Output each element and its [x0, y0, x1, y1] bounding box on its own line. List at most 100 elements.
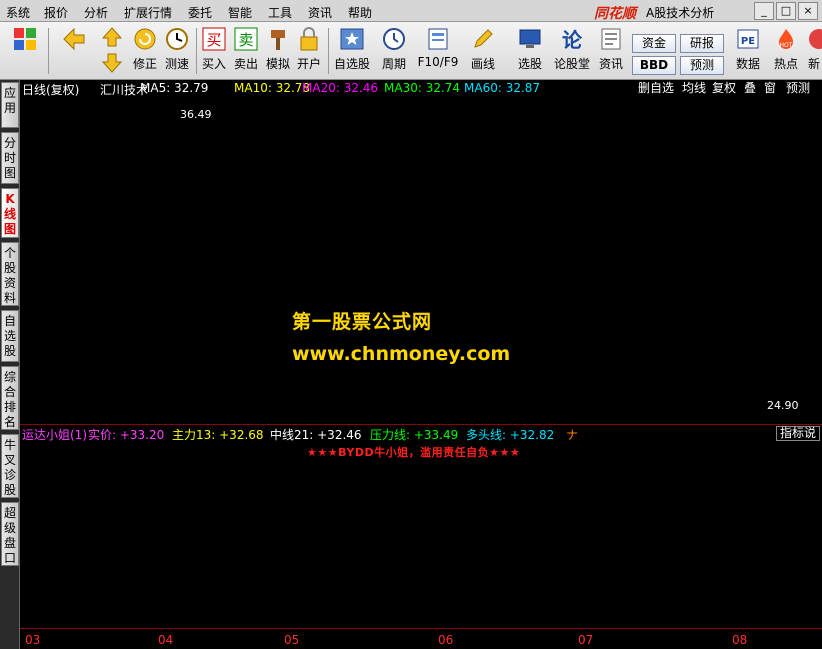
- flame-icon: HOT: [779, 29, 793, 49]
- indicator-truncated-value: ナ: [566, 428, 579, 442]
- correct-button[interactable]: 修正: [130, 26, 160, 78]
- menu-item-smart[interactable]: 智能: [228, 4, 252, 21]
- indicator-name[interactable]: 运达小姐(1): [22, 426, 87, 443]
- fund-button[interactable]: 资金: [632, 34, 676, 53]
- pe-icon: PE: [737, 29, 759, 49]
- svg-text:卖: 卖: [238, 31, 253, 49]
- f10-label: F10/F9: [417, 55, 459, 69]
- indicator-bull-line: 多头线: +32.82: [466, 428, 555, 442]
- time-label-05: 05: [284, 633, 300, 647]
- watchlist-button[interactable]: 自选股: [332, 26, 372, 78]
- forecast-button[interactable]: 预测: [680, 56, 724, 75]
- sidebar-item-ranking[interactable]: 综合排名: [1, 366, 19, 430]
- draw-line-button[interactable]: 画线: [466, 26, 500, 78]
- hotspot-label: 热点: [773, 57, 798, 71]
- ma20-value: MA20: 32.46: [302, 81, 379, 95]
- forum-icon: 论: [562, 28, 583, 52]
- new-label: 新: [807, 57, 820, 71]
- stock-picker-label: 选股: [517, 57, 542, 71]
- period-button[interactable]: 周期: [376, 26, 412, 78]
- news-button[interactable]: 资讯: [596, 26, 626, 78]
- sidebar-item-intraday[interactable]: 分时图: [1, 132, 19, 184]
- arrow-left-icon: [63, 27, 85, 51]
- menu-item-help[interactable]: 帮助: [348, 4, 372, 21]
- back-button[interactable]: [58, 26, 90, 78]
- stock-picker-button[interactable]: 选股: [510, 26, 550, 78]
- svg-text:HOT: HOT: [780, 42, 793, 49]
- menu-item-system[interactable]: 系统: [6, 4, 30, 21]
- open-account-button[interactable]: 开户: [294, 26, 324, 78]
- menu-item-quote[interactable]: 报价: [44, 4, 68, 21]
- data-button[interactable]: PE 数据: [732, 26, 764, 78]
- watermark-url: www.chnmoney.com: [292, 343, 511, 365]
- sidebar-item-kline[interactable]: K线图: [1, 188, 19, 238]
- forum-button[interactable]: 论 论股堂: [552, 26, 592, 78]
- watchlist-label: 自选股: [333, 57, 370, 71]
- lock-icon: [300, 27, 318, 51]
- sidebar-item-super-book[interactable]: 超级盘口: [1, 502, 19, 566]
- kline-info-bar: 日线(复权) 汇川技术 MA5: 32.79 MA10: 32.78 MA20:…: [20, 80, 822, 97]
- menu-item-news[interactable]: 资讯: [308, 4, 332, 21]
- simulate-button[interactable]: 模拟: [264, 26, 292, 78]
- f10-button[interactable]: F10/F9: [416, 26, 460, 78]
- speed-test-button[interactable]: 测速: [162, 26, 192, 78]
- new-icon: [809, 29, 822, 49]
- layout-grid-button[interactable]: [8, 26, 42, 78]
- sidebar-item-apps[interactable]: 应用: [1, 82, 19, 128]
- sidebar-item-watchlist[interactable]: 自选股: [1, 310, 19, 362]
- document-icon: [428, 28, 448, 50]
- menu-bar: 系统 报价 分析 扩展行情 委托 智能 工具 资讯 帮助 同花顺 A股技术分析 …: [0, 0, 822, 22]
- window-controls: _ □ ×: [752, 2, 822, 20]
- buy-label: 买入: [201, 57, 226, 71]
- time-label-07: 07: [578, 633, 594, 647]
- indicator-midline: 中线21: +32.46: [270, 428, 362, 442]
- indicator-chart[interactable]: [20, 442, 822, 628]
- forecast-toggle-button[interactable]: 预测: [786, 80, 811, 96]
- sidebar-item-stock-profile[interactable]: 个股资料: [1, 242, 19, 306]
- sidebar-item-diagnosis[interactable]: 牛叉诊股: [1, 434, 19, 498]
- indicator-main-force: 主力13: +32.68: [172, 428, 264, 442]
- time-label-06: 06: [438, 633, 454, 647]
- clock-icon: [166, 28, 188, 50]
- hotspot-button[interactable]: HOT 热点: [770, 26, 802, 78]
- up-down-arrows-icon: [101, 27, 123, 73]
- menu-item-extended-quote[interactable]: 扩展行情: [124, 4, 172, 21]
- minimize-button[interactable]: _: [754, 2, 774, 20]
- svg-text:买: 买: [206, 31, 221, 49]
- side-navigation: 应用 分时图 K线图 个股资料 自选股 综合排名 牛叉诊股 超级盘口: [0, 80, 20, 649]
- data-label: 数据: [735, 57, 760, 71]
- kline-chart-canvas: [20, 96, 822, 424]
- bbd-button[interactable]: BBD: [632, 56, 676, 75]
- new-button[interactable]: 新: [806, 26, 822, 78]
- overlay-button[interactable]: 叠: [744, 80, 757, 96]
- remove-watchlist-button[interactable]: 删自选: [638, 80, 675, 96]
- indicator-pressure-line: 压力线: +33.49: [370, 428, 459, 442]
- indicator-chart-canvas: [20, 442, 822, 628]
- low-price-label: 24.90: [767, 399, 799, 412]
- scroll-up-down-button[interactable]: [100, 26, 124, 78]
- grid-icon: [14, 28, 36, 50]
- close-button[interactable]: ×: [798, 2, 818, 20]
- toolbar-separator: [196, 28, 197, 74]
- ma-toggle-button[interactable]: 均线: [682, 80, 707, 96]
- research-button[interactable]: 研报: [680, 34, 724, 53]
- menu-item-trade[interactable]: 委托: [188, 4, 212, 21]
- adjust-button[interactable]: 复权: [712, 80, 737, 96]
- speed-test-label: 测速: [164, 57, 189, 71]
- high-price-label: 36.49: [180, 108, 212, 121]
- watermark-title: 第一股票公式网: [292, 311, 433, 333]
- period-clock-icon: [383, 28, 405, 50]
- buy-button[interactable]: 买 买入: [200, 26, 228, 78]
- kline-chart[interactable]: [20, 96, 822, 424]
- menu-item-tools[interactable]: 工具: [268, 4, 292, 21]
- indicator-info-bar: 运达小姐(1) 实价: +33.20 主力13: +32.68 中线21: +3…: [20, 425, 822, 442]
- maximize-button[interactable]: □: [776, 2, 796, 20]
- sell-button[interactable]: 卖 卖出: [232, 26, 260, 78]
- simulate-label: 模拟: [265, 57, 290, 71]
- window-button[interactable]: 窗: [764, 80, 777, 96]
- toolbar: 修正 测速 买 买入 卖 卖出 模拟 开户 自选股 周期 F10/F9 画线 选…: [0, 22, 822, 80]
- menu-item-analysis[interactable]: 分析: [84, 4, 108, 21]
- ma30-value: MA30: 32.74: [384, 81, 461, 95]
- period-label: 周期: [381, 57, 406, 71]
- indicator-help-button[interactable]: 指标说: [776, 426, 821, 441]
